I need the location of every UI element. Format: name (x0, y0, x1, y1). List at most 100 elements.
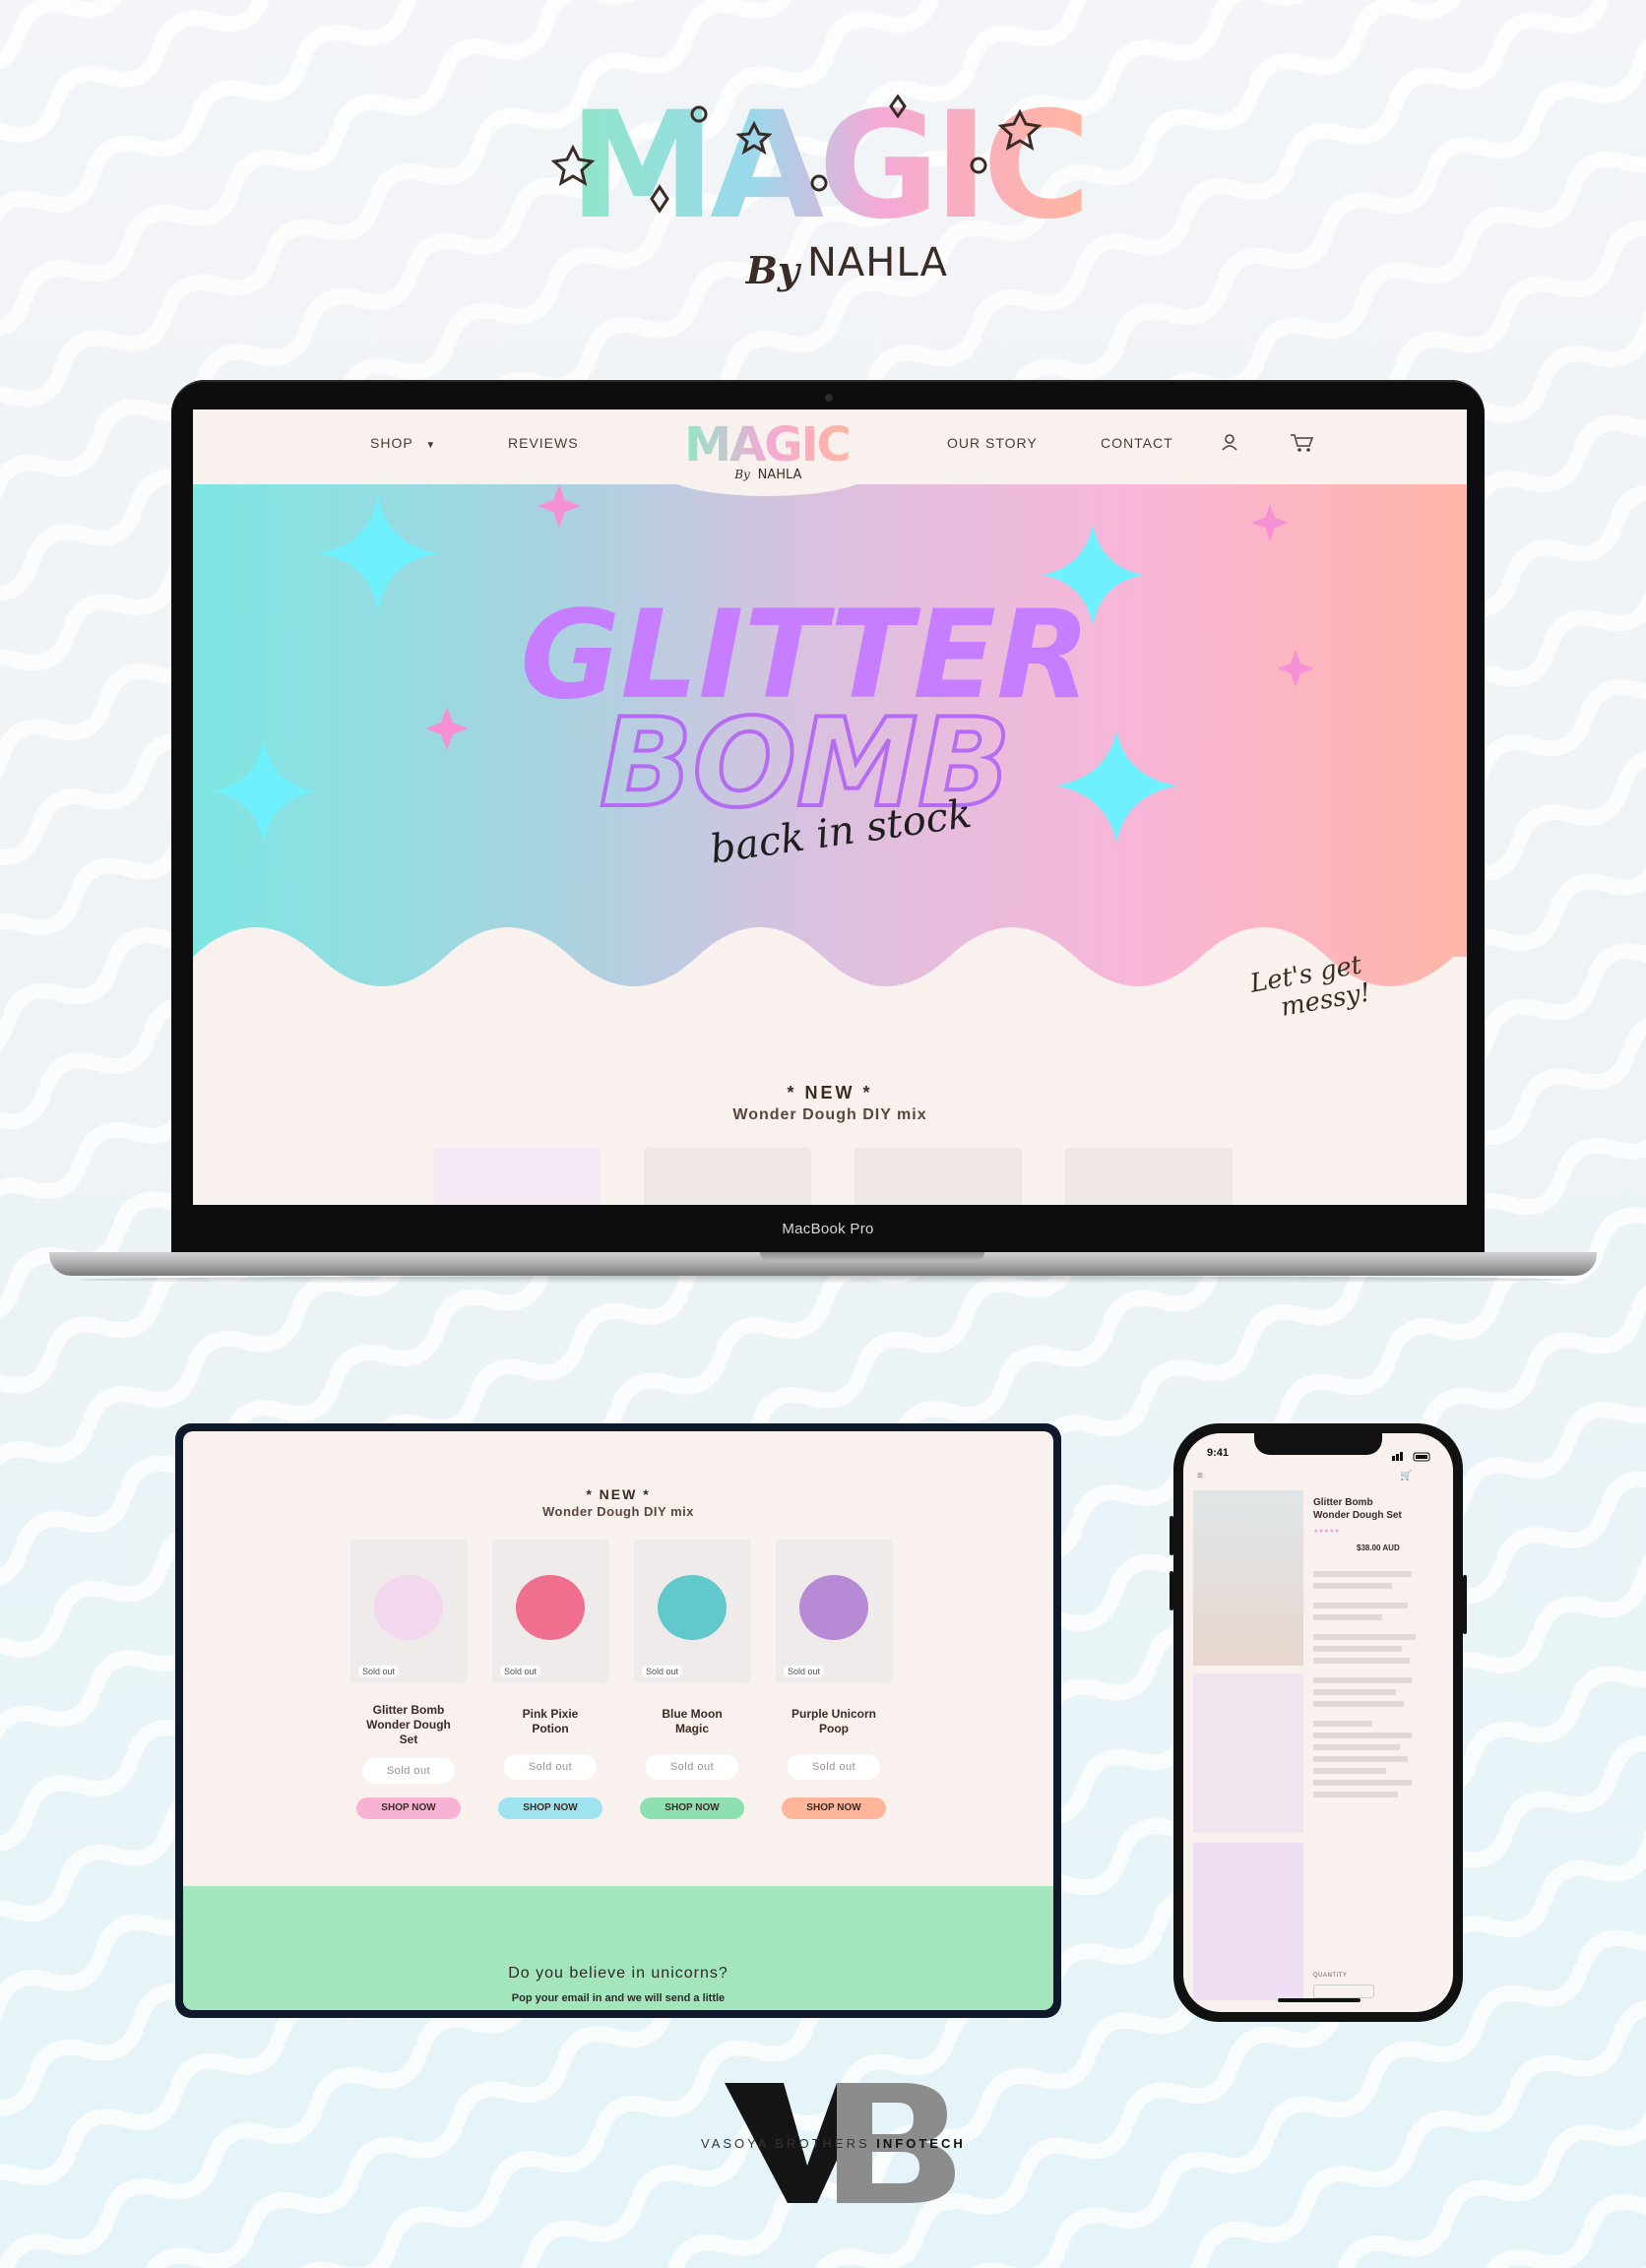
brand-logo-name: NAHLA (807, 240, 948, 285)
rating-stars: ★★★★★ (1313, 1529, 1340, 1535)
nav-our-story[interactable]: OUR STORY (947, 435, 1038, 451)
dough-blob (799, 1575, 868, 1640)
sold-out-badge: Sold out (642, 1666, 683, 1677)
phone-device: 9:41 ≡ 🛒 Glitter Bomb Wonder Dough Set ★… (1173, 1423, 1463, 2022)
nav-shop-label: SHOP (370, 435, 413, 451)
laptop-model-label: MacBook Pro (782, 1221, 874, 1237)
cart-icon[interactable]: 🛒 (1400, 1471, 1412, 1481)
sold-out-button[interactable]: Sold out (788, 1754, 880, 1780)
description-line (1313, 1571, 1412, 1577)
description-line (1313, 1646, 1402, 1652)
description-line (1313, 1634, 1416, 1640)
laptop-hinge-notch (760, 1252, 984, 1262)
nav-contact[interactable]: CONTACT (1101, 435, 1173, 451)
description-line (1313, 1721, 1372, 1727)
laptop-camera (825, 394, 833, 402)
site-header: SHOP ▼ REVIEWS MAGIC By NAHLA OUR STORY … (193, 410, 1467, 496)
product-description (1313, 1571, 1422, 1965)
product-title-line2: Wonder Dough Set (1313, 1510, 1402, 1521)
product-name-line: Potion (532, 1722, 569, 1735)
product-card[interactable]: Sold out Blue Moon Magic Sold out SHOP NOW (634, 1540, 750, 1835)
brand-logo-by: By (745, 248, 802, 292)
product-card[interactable]: Sold out Purple Unicorn Poop Sold out SHOP N… (776, 1540, 892, 1835)
product-card-preview[interactable] (1065, 1148, 1233, 1205)
status-time: 9:41 (1207, 1447, 1230, 1459)
product-image-thumb[interactable] (1193, 1673, 1303, 1833)
product-title-line1: Glitter Bomb (1313, 1497, 1373, 1508)
menu-icon[interactable]: ≡ (1197, 1471, 1203, 1481)
description-line (1313, 1792, 1398, 1797)
vasoya-brothers-wordmark: VASOYA BROTHERS INFOTECH (701, 2136, 966, 2151)
description-line (1313, 1756, 1408, 1762)
battery-icon (1392, 1449, 1431, 1467)
laptop-base (49, 1252, 1597, 1276)
product-name[interactable]: Purple Unicorn Poop (776, 1707, 892, 1736)
vb-text-light: VASOYA BROTHERS (701, 2136, 877, 2151)
newsletter-title: Do you believe in unicorns? (508, 1965, 728, 1982)
new-section-title: * NEW * (787, 1083, 873, 1102)
product-name-line: Poop (819, 1722, 849, 1735)
nav-shop[interactable]: SHOP ▼ (370, 435, 436, 451)
chevron-down-icon: ▼ (425, 440, 437, 451)
site-logo[interactable]: MAGIC By NAHLA (664, 410, 870, 496)
dough-blob (516, 1575, 585, 1640)
dough-blob (658, 1575, 727, 1640)
laptop-screen: GLITTER BOMB back in stock Let's get mes… (193, 410, 1467, 1205)
cart-icon[interactable] (1290, 433, 1315, 458)
description-line (1313, 1603, 1408, 1608)
shop-now-button[interactable]: SHOP NOW (782, 1797, 886, 1819)
laptop-device: GLITTER BOMB back in stock Let's get mes… (171, 380, 1485, 1252)
phone-screen: 9:41 ≡ 🛒 Glitter Bomb Wonder Dough Set ★… (1183, 1433, 1453, 2012)
product-image[interactable]: Sold out (350, 1540, 467, 1683)
brand-logo-word: MAGIC (569, 81, 1085, 252)
laptop-shadow (79, 1276, 1567, 1284)
tablet-screen: * NEW * Wonder Dough DIY mix Sold out Gli… (183, 1431, 1053, 2010)
product-image-main[interactable] (1193, 1490, 1303, 1666)
product-name-line: Wonder Dough (366, 1718, 451, 1732)
product-name[interactable]: Pink Pixie Potion (492, 1707, 608, 1736)
description-line (1313, 1689, 1396, 1695)
product-name[interactable]: Blue Moon Magic (634, 1707, 750, 1736)
description-line (1313, 1780, 1412, 1786)
sold-out-badge: Sold out (500, 1666, 541, 1677)
description-line (1313, 1732, 1412, 1738)
description-line (1313, 1701, 1404, 1707)
product-name-line: Pink Pixie (522, 1707, 579, 1721)
product-image[interactable]: Sold out (634, 1540, 750, 1683)
sold-out-badge: Sold out (784, 1666, 825, 1677)
description-line (1313, 1768, 1386, 1774)
product-name[interactable]: Glitter Bomb Wonder Dough Set (350, 1703, 467, 1747)
shop-now-button[interactable]: SHOP NOW (356, 1797, 461, 1819)
product-price: $38.00 AUD (1357, 1544, 1400, 1552)
product-card[interactable]: Sold out Glitter Bomb Wonder Dough Set Sold … (350, 1540, 467, 1835)
description-line (1313, 1658, 1410, 1664)
product-image-thumb[interactable] (1193, 1843, 1303, 2000)
description-line (1313, 1614, 1382, 1620)
sold-out-button[interactable]: Sold out (646, 1754, 738, 1780)
user-icon[interactable] (1221, 433, 1238, 456)
sold-out-button[interactable]: Sold out (362, 1758, 455, 1784)
nav-reviews[interactable]: REVIEWS (508, 435, 579, 451)
product-name-line: Magic (674, 1722, 709, 1735)
product-card-preview[interactable] (433, 1148, 601, 1205)
product-card-preview[interactable] (644, 1148, 811, 1205)
site-logo-by: By (733, 468, 750, 481)
phone-notch (1254, 1433, 1382, 1455)
vb-text-bold: INFOTECH (876, 2136, 966, 2151)
quantity-stepper[interactable] (1313, 1984, 1374, 1998)
new-section-subtitle: Wonder Dough DIY mix (732, 1106, 927, 1123)
description-line (1313, 1583, 1392, 1589)
product-card[interactable]: Sold out Pink Pixie Potion Sold out SHOP NOW (492, 1540, 608, 1835)
home-indicator (1278, 1998, 1361, 2002)
shop-now-button[interactable]: SHOP NOW (640, 1797, 744, 1819)
sold-out-button[interactable]: Sold out (504, 1754, 597, 1780)
product-card-preview[interactable] (855, 1148, 1022, 1205)
product-name-line: Set (399, 1732, 418, 1746)
product-title: Glitter Bomb Wonder Dough Set (1313, 1496, 1402, 1522)
product-image[interactable]: Sold out (776, 1540, 892, 1683)
newsletter-subtitle: Pop your email in and we will send a lit… (511, 1992, 726, 2004)
hero-banner[interactable]: GLITTER BOMB back in stock Let's get mes… (193, 484, 1467, 1016)
product-image[interactable]: Sold out (492, 1540, 608, 1683)
shop-now-button[interactable]: SHOP NOW (498, 1797, 602, 1819)
newsletter-section: Do you believe in unicorns? Pop your ema… (183, 1886, 1053, 2010)
